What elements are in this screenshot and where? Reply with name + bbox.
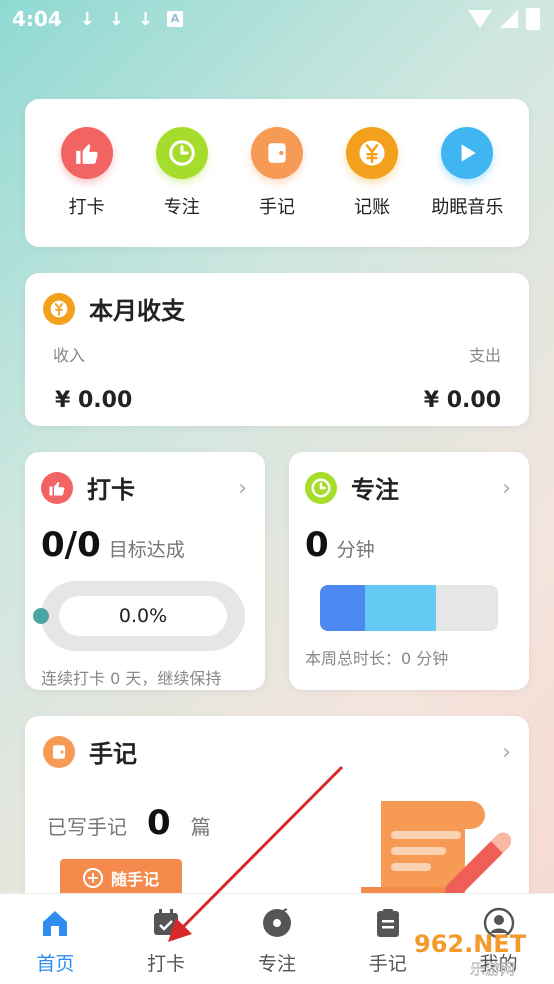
status-time: 4:04 (12, 7, 62, 31)
quick-action-label: 助眠音乐 (431, 197, 504, 218)
quick-note-label: 随手记 (110, 870, 159, 889)
status-bar: 4:04 ↓ ↓ ↓ A (0, 0, 554, 38)
checkin-card[interactable]: 打卡 › 0/0 目标达成 0.0% 连续打卡 0 天，继续保持 (25, 452, 265, 690)
quick-note-button[interactable]: + 随手记 (60, 859, 182, 897)
clock-icon (305, 471, 337, 504)
signal-icon (500, 10, 518, 28)
watermark-logo: 962.NET 乐游网 (414, 930, 527, 978)
journal-written-label: 已写手记 (47, 815, 127, 839)
tab-home[interactable]: 首页 (5, 907, 105, 976)
tab-label: 专注 (257, 952, 296, 975)
checkin-count: 0/0 (41, 525, 101, 565)
download-icon: ↓ (108, 8, 124, 30)
focus-card[interactable]: 专注 › 0 分钟 本周总时长：0 分钟 (289, 452, 529, 690)
chevron-right-icon[interactable]: › (502, 476, 511, 501)
disc-icon (262, 907, 291, 937)
focus-title: 专注 (351, 476, 399, 504)
journal-written-unit: 篇 (190, 815, 211, 839)
quick-action-label: 专注 (163, 197, 200, 218)
checkin-footer: 连续打卡 0 天，继续保持 (41, 669, 222, 688)
yen-coin-icon (43, 292, 75, 325)
quick-action-label: 手记 (258, 197, 295, 218)
quick-action-sleep-music[interactable]: 助眠音乐 (422, 127, 512, 219)
income-value: ¥ 0.00 (55, 388, 133, 413)
watermark-main: 962.NET (414, 930, 527, 958)
checkin-count-sub: 目标达成 (108, 539, 185, 561)
tab-label: 手记 (368, 952, 407, 975)
quick-action-journal[interactable]: 手记 (232, 127, 322, 219)
focus-bar-segment (365, 585, 436, 631)
download-icon: ↓ (79, 8, 95, 30)
quick-action-label: 记账 (354, 197, 391, 218)
wifi-icon (468, 10, 492, 28)
tab-checkin[interactable]: 打卡 (116, 907, 216, 976)
focus-footer: 本周总时长：0 分钟 (305, 649, 449, 668)
progress-dot (33, 608, 49, 624)
focus-minutes: 0 (305, 525, 329, 565)
home-icon (43, 910, 68, 936)
thumbs-up-icon (41, 471, 73, 504)
calendar-check-icon (154, 908, 179, 935)
quick-action-focus[interactable]: 专注 (137, 127, 227, 219)
focus-bar-segment (320, 585, 365, 631)
quick-action-accounting[interactable]: 记账 (327, 127, 417, 219)
quick-actions-card: 打卡 专注 手记 记账 助眠音乐 (25, 99, 529, 247)
watermark-sub: 乐游网 (470, 960, 515, 978)
scroll-pen-illustration (361, 801, 511, 901)
notebook-icon (43, 735, 75, 768)
tab-focus[interactable]: 专注 (227, 907, 327, 976)
chevron-right-icon[interactable]: › (238, 476, 247, 501)
battery-icon (526, 8, 540, 30)
thumbs-up-icon (60, 127, 113, 179)
chevron-right-icon[interactable]: › (502, 740, 511, 765)
journal-written-count: 0 (147, 803, 171, 843)
monthly-summary-card[interactable]: 本月收支 收入 支出 ¥ 0.00 ¥ 0.00 (25, 273, 529, 426)
checkin-progress: 0.0% (33, 581, 245, 651)
income-label: 收入 (53, 346, 86, 365)
journal-card[interactable]: 手记 › 已写手记 0 篇 + 随手记 (25, 716, 529, 916)
notebook-icon (250, 127, 303, 179)
play-icon (441, 127, 494, 179)
yen-coin-icon (346, 127, 399, 179)
journal-title: 手记 (89, 740, 137, 768)
monthly-title: 本月收支 (89, 297, 185, 325)
focus-minutes-unit: 分钟 (336, 539, 375, 561)
quick-action-label: 打卡 (68, 197, 105, 218)
tab-label: 打卡 (147, 952, 186, 975)
clipboard-icon (376, 908, 399, 937)
download-icon: ↓ (137, 8, 154, 30)
checkin-title: 打卡 (87, 476, 135, 504)
focus-week-bar (320, 585, 498, 631)
tab-label: 首页 (36, 952, 75, 975)
expense-value: ¥ 0.00 (423, 388, 501, 413)
notification-a-icon: A (167, 11, 184, 27)
checkin-progress-text: 0.0% (59, 596, 227, 636)
plus-icon: + (82, 868, 103, 888)
quick-action-checkin[interactable]: 打卡 (42, 127, 132, 219)
expense-label: 支出 (468, 346, 501, 365)
clock-icon (155, 127, 208, 179)
